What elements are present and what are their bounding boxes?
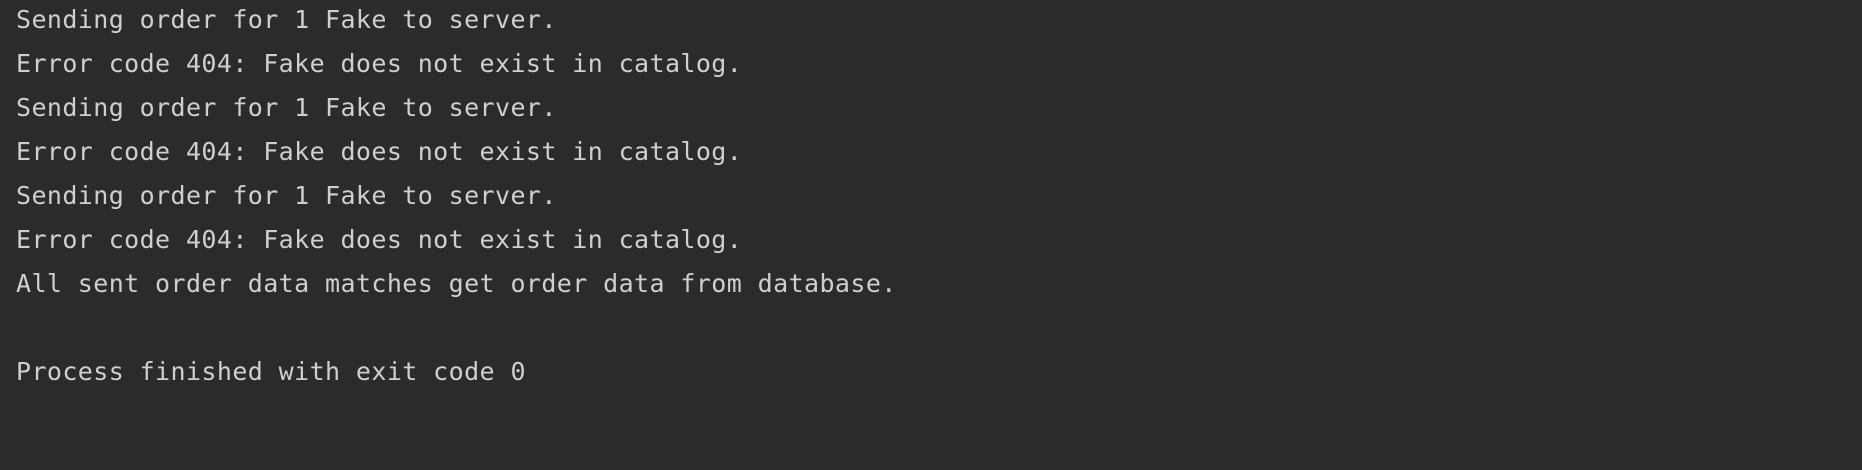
- console-line: Error code 404: Fake does not exist in c…: [16, 49, 743, 78]
- console-line: Error code 404: Fake does not exist in c…: [16, 137, 743, 166]
- run-console-output[interactable]: Sending order for 1 Fake to server. Erro…: [0, 0, 1862, 470]
- console-line: All sent order data matches get order da…: [16, 269, 897, 298]
- console-line: Sending order for 1 Fake to server.: [16, 181, 557, 210]
- console-line: Sending order for 1 Fake to server.: [16, 5, 557, 34]
- process-exit-message: Process finished with exit code 0: [16, 357, 526, 386]
- console-line: Error code 404: Fake does not exist in c…: [16, 225, 743, 254]
- console-line: Sending order for 1 Fake to server.: [16, 93, 557, 122]
